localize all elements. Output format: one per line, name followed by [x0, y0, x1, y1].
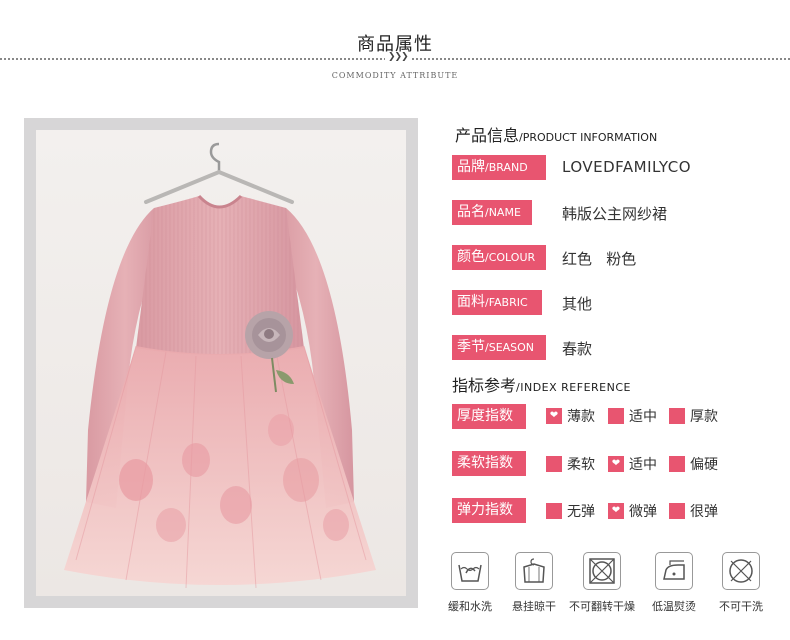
low-iron-icon — [655, 552, 693, 590]
care-hand-wash: 缓和水洗 — [435, 552, 505, 614]
care-hang-dry: 悬挂晾干 — [499, 552, 569, 614]
name-value: 韩版公主网纱裙 — [562, 205, 668, 223]
fabric-label-cn: 面料 — [457, 294, 485, 310]
colour-value: 红色 粉色 — [562, 250, 637, 268]
fabric-badge: 面料/FABRIC — [452, 290, 542, 315]
colour-label-cn: 颜色 — [457, 249, 485, 265]
product-info-title-cn: 产品信息 — [455, 126, 520, 145]
option-label: 薄款 — [567, 409, 595, 425]
option-label: 很弹 — [690, 504, 718, 520]
elasticity-option-high: 很弹 — [669, 503, 718, 521]
colour-label-en: /COLOUR — [485, 251, 536, 264]
heart-check-icon: ❤ — [611, 458, 621, 469]
elasticity-option-none: 无弹 — [546, 503, 595, 521]
index-reference-title-cn: 指标参考 — [452, 376, 517, 395]
product-photo — [24, 118, 418, 608]
dress-illustration — [36, 130, 406, 596]
product-info-title-en: /PRODUCT INFORMATION — [519, 131, 658, 144]
elasticity-index-badge: 弹力指数 — [452, 498, 526, 523]
index-reference-title-en: /INDEX REFERENCE — [516, 381, 631, 394]
thickness-index-label: 厚度指数 — [457, 408, 513, 424]
no-tumble-dry-icon — [583, 552, 621, 590]
season-badge: 季节/SEASON — [452, 335, 546, 360]
care-label: 不可干洗 — [719, 600, 763, 613]
brand-label-cn: 品牌 — [457, 159, 485, 175]
care-no-tumble-dry: 不可翻转干燥 — [567, 552, 637, 614]
softness-option-medium: ❤ 适中 — [608, 456, 657, 474]
brand-value: LOVEDFAMILYCO — [562, 158, 692, 176]
hand-wash-icon — [451, 552, 489, 590]
option-label: 厚款 — [690, 409, 718, 425]
option-label: 偏硬 — [690, 457, 718, 473]
thickness-option-thin: ❤ 薄款 — [546, 408, 595, 426]
product-info-heading: 产品信息/PRODUCT INFORMATION — [455, 122, 657, 146]
option-label: 柔软 — [567, 457, 595, 473]
name-label-en: /NAME — [485, 206, 521, 219]
arrows-icon: ❯❯❯ — [385, 52, 411, 62]
fabric-value: 其他 — [562, 295, 593, 313]
name-label-cn: 品名 — [457, 204, 485, 220]
thickness-option-thick: 厚款 — [669, 408, 718, 426]
care-no-dry-clean: 不可干洗 — [706, 552, 776, 614]
fabric-label-en: /FABRIC — [485, 296, 528, 309]
care-label: 不可翻转干燥 — [569, 600, 635, 613]
no-dry-clean-icon — [722, 552, 760, 590]
brand-label-en: /BRAND — [485, 161, 528, 174]
colour-badge: 颜色/COLOUR — [452, 245, 546, 270]
thickness-option-medium: 适中 — [608, 408, 657, 426]
care-label: 悬挂晾干 — [512, 600, 556, 613]
elasticity-index-label: 弹力指数 — [457, 502, 513, 518]
elasticity-option-slight: ❤ 微弹 — [608, 503, 657, 521]
care-low-iron: 低温熨烫 — [639, 552, 709, 614]
option-label: 微弹 — [629, 504, 657, 520]
option-label: 适中 — [629, 457, 657, 473]
heart-check-icon: ❤ — [549, 410, 559, 421]
option-label: 无弹 — [567, 504, 595, 520]
season-value: 春款 — [562, 340, 593, 358]
care-label: 低温熨烫 — [652, 600, 696, 613]
softness-index-label: 柔软指数 — [457, 455, 513, 471]
softness-option-soft: 柔软 — [546, 456, 595, 474]
heart-check-icon: ❤ — [611, 505, 621, 516]
softness-index-badge: 柔软指数 — [452, 451, 526, 476]
section-subtitle: COMMODITY ATTRIBUTE — [331, 71, 459, 80]
season-label-en: /SEASON — [485, 341, 535, 354]
thickness-index-badge: 厚度指数 — [452, 404, 526, 429]
name-badge: 品名/NAME — [452, 200, 532, 225]
hang-dry-icon — [515, 552, 553, 590]
option-label: 适中 — [629, 409, 657, 425]
season-label-cn: 季节 — [457, 339, 485, 355]
index-reference-heading: 指标参考/INDEX REFERENCE — [452, 372, 631, 396]
care-label: 缓和水洗 — [448, 600, 492, 613]
softness-option-hard: 偏硬 — [669, 456, 718, 474]
brand-badge: 品牌/BRAND — [452, 155, 546, 180]
